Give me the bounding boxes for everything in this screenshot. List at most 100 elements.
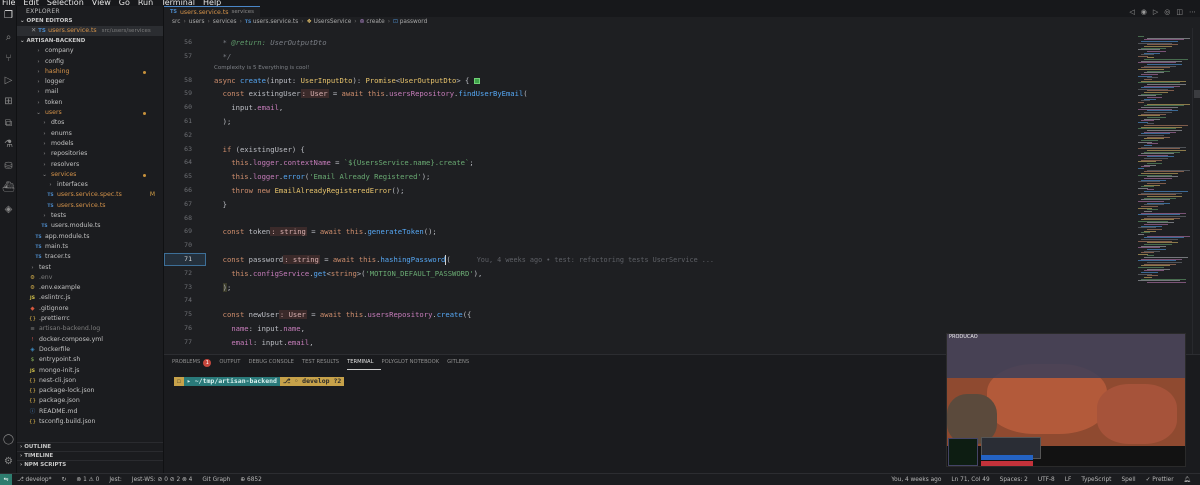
scrollbar-thumb[interactable] (1194, 90, 1200, 98)
gitlens-icon[interactable]: ◈ (3, 204, 14, 215)
tree-item[interactable]: ◈ Dockerfile (17, 345, 163, 355)
breadcrumb-item[interactable]: password (400, 19, 428, 25)
panel-tab-polyglot-notebook[interactable]: POLYGLOT NOTEBOOK (381, 355, 447, 370)
tab-users-service[interactable]: TS users.service.ts services (164, 6, 261, 17)
code-line[interactable]: 73 ); (164, 281, 1134, 294)
code-line[interactable]: 57 */ (164, 50, 1134, 63)
encoding-status[interactable]: UTF-8 (1033, 477, 1060, 483)
timeline-section[interactable]: › TIMELINE (17, 451, 163, 460)
tree-item[interactable]: › mail (17, 87, 163, 97)
code-line[interactable]: 65 this.logger.error('Email Already Regi… (164, 170, 1134, 183)
more-actions-icon[interactable]: ⋯ (1189, 8, 1196, 16)
tree-item[interactable]: ⌄ services (17, 170, 163, 180)
tree-item[interactable]: JS mongo-init.js (17, 366, 163, 376)
code-line[interactable]: 70 (164, 239, 1134, 252)
tree-item[interactable]: ! docker-compose.yml (17, 335, 163, 345)
close-icon[interactable]: ✕ (31, 27, 38, 34)
code-line[interactable]: 58 async create(input: UserInputDto): Pro… (164, 74, 1134, 87)
panel-tab-gitlens[interactable]: GITLENS (447, 355, 477, 370)
tree-item[interactable]: › tests (17, 211, 163, 221)
compare-icon[interactable]: ◁ (1129, 8, 1134, 16)
run-debug-icon[interactable]: ▷ (3, 75, 14, 86)
tree-item[interactable]: › logger (17, 77, 163, 87)
code-line[interactable]: 74 (164, 294, 1134, 307)
code-line[interactable]: 67 } (164, 198, 1134, 211)
docker-icon[interactable]: ⛴ (2, 182, 15, 193)
git-history-icon[interactable]: ◉ (1141, 8, 1147, 16)
split-editor-icon[interactable]: ◫ (1176, 8, 1183, 16)
editor-scrollbar[interactable] (1192, 28, 1200, 354)
panel-tab-terminal[interactable]: TERMINAL (347, 355, 382, 370)
tree-item[interactable]: ⚙ .env.example (17, 283, 163, 293)
tree-item[interactable]: {} package.json (17, 396, 163, 406)
code-line[interactable]: 56 * @return: UserOutputDto (164, 36, 1134, 49)
tree-item[interactable]: › company (17, 46, 163, 56)
code-line[interactable]: 64 this.logger.contextName = `${UsersSer… (164, 156, 1134, 169)
tree-item[interactable]: › resolvers (17, 160, 163, 170)
testing-icon[interactable]: ⚗ (3, 139, 14, 150)
panel-tab-problems[interactable]: PROBLEMS 1 (172, 355, 219, 370)
project-header[interactable]: ⌄ ARTISAN-BACKEND (17, 37, 163, 46)
code-view[interactable]: 56 * @return: UserOutputDto 57 */ Complexi… (164, 36, 1134, 354)
go-forward-icon[interactable]: ▷ (1153, 8, 1158, 16)
breadcrumb-item[interactable]: users.service.ts (253, 19, 298, 25)
tree-item[interactable]: › enums (17, 129, 163, 139)
tree-item[interactable]: JS .eslintrc.js (17, 293, 163, 303)
code-line[interactable]: 66 throw new EmailAlreadyRegisteredError… (164, 184, 1134, 197)
tree-item[interactable]: TS users.service.spec.ts M (17, 190, 163, 200)
search-icon[interactable]: ⌕ (3, 32, 14, 43)
tree-item[interactable]: ⌄ users (17, 108, 163, 118)
tree-item[interactable]: TS app.module.ts (17, 232, 163, 242)
blame-icon[interactable]: ◎ (1164, 8, 1170, 16)
remote-icon[interactable]: ⇋ (0, 473, 12, 485)
tree-item[interactable]: {} nest-cli.json (17, 376, 163, 386)
code-line[interactable]: 61 ); (164, 115, 1134, 128)
tree-item[interactable]: › hashing (17, 67, 163, 77)
eol-status[interactable]: LF (1060, 477, 1077, 483)
code-line[interactable]: 75 const newUser: User = await this.user… (164, 308, 1134, 321)
jest-status[interactable]: Jest: (104, 477, 127, 483)
remote-explorer-icon[interactable]: ⧉ (3, 118, 14, 129)
problems-status[interactable]: ⊗ 1 ⚠ 0 (71, 477, 104, 483)
code-line[interactable]: 69 const token: string = await this.gene… (164, 225, 1134, 238)
panel-tab-output[interactable]: OUTPUT (219, 355, 248, 370)
codelens-complexity[interactable]: Complexity is 5 Everything is cool! (214, 65, 309, 71)
indentation-status[interactable]: Spaces: 2 (995, 477, 1033, 483)
jest-ws-status[interactable]: Jest-WS: ⊘ 0 ⊘ 2 ⊗ 4 (127, 477, 197, 483)
code-line[interactable]: 59 const existingUser: User = await this… (164, 87, 1134, 100)
blame-status[interactable]: You, 4 weeks ago (886, 477, 946, 483)
extensions-icon[interactable]: ⊞ (3, 96, 14, 107)
tree-item[interactable]: › test (17, 263, 163, 273)
terminal-prompt[interactable]: ☐ ▸ ~/tmp/artisan-backend ⎇ ◦ develop ?2 (174, 377, 345, 386)
code-line[interactable]: 72 this.configService.get<string>('MOTIO… (164, 267, 1134, 280)
tree-item[interactable]: TS users.module.ts (17, 221, 163, 231)
code-line[interactable]: 62 (164, 129, 1134, 142)
files-icon[interactable]: ❐ (3, 10, 14, 21)
tree-item[interactable]: $ entrypoint.sh (17, 355, 163, 365)
spell-status[interactable]: Spell (1116, 477, 1140, 483)
code-line[interactable]: 63 if (existingUser) { (164, 143, 1134, 156)
tree-item[interactable]: ⚙ .env (17, 273, 163, 283)
breadcrumb-item[interactable]: src (172, 19, 180, 25)
outline-section[interactable]: › OUTLINE (17, 442, 163, 451)
tree-item[interactable]: › config (17, 57, 163, 67)
open-editor-item[interactable]: ✕ TS users.service.ts src/users/services (17, 26, 163, 37)
tree-item[interactable]: ◆ .gitignore (17, 304, 163, 314)
branch-status[interactable]: ⎇ develop* (12, 477, 57, 483)
tree-item[interactable]: {} .prettierrc (17, 314, 163, 324)
cursor-position[interactable]: Ln 71, Col 49 (946, 477, 994, 483)
panel-tab-debug-console[interactable]: DEBUG CONSOLE (248, 355, 301, 370)
tree-item[interactable]: TS users.service.ts (17, 201, 163, 211)
tree-item[interactable]: › models (17, 139, 163, 149)
npm-scripts-section[interactable]: › NPM SCRIPTS (17, 460, 163, 469)
database-icon[interactable]: ⛁ (3, 161, 14, 172)
code-line[interactable]: 71 const password: string = await this.h… (164, 253, 1134, 266)
tree-item[interactable]: › repositories (17, 149, 163, 159)
settings-gear-icon[interactable]: ⚙ (3, 456, 14, 467)
tree-item[interactable]: {} package-lock.json (17, 386, 163, 396)
minimap[interactable] (1138, 28, 1192, 354)
code-line[interactable]: 68 (164, 212, 1134, 225)
tree-item[interactable]: TS main.ts (17, 242, 163, 252)
code-line[interactable]: 60 input.email, (164, 101, 1134, 114)
language-status[interactable]: TypeScript (1076, 477, 1116, 483)
